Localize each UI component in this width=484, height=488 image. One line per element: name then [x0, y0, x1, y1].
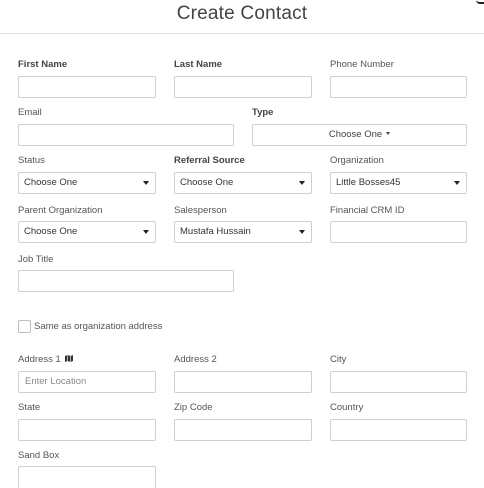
job-title-label: Job Title: [18, 254, 54, 265]
zip-code-input[interactable]: [174, 419, 312, 441]
status-select-value: Choose One: [24, 177, 78, 188]
same-as-org-label[interactable]: Same as organization address: [34, 321, 162, 333]
caret-down-icon: [454, 181, 460, 185]
same-as-org-checkbox[interactable]: [18, 320, 31, 333]
email-label: Email: [18, 107, 42, 118]
status-select[interactable]: Choose One: [18, 172, 156, 194]
type-select[interactable]: Choose One: [252, 124, 467, 146]
sandbox-input[interactable]: [18, 466, 156, 488]
country-input[interactable]: [330, 419, 467, 441]
address2-label: Address 2: [174, 354, 217, 365]
financial-crm-id-input[interactable]: [330, 221, 467, 243]
first-name-input[interactable]: [18, 76, 156, 98]
page-title: Create Contact: [176, 3, 308, 24]
email-input[interactable]: [18, 124, 234, 146]
city-input[interactable]: [330, 371, 467, 393]
city-label: City: [330, 354, 347, 365]
caret-down-icon: [386, 131, 391, 135]
organization-select[interactable]: Little Bosses45: [330, 172, 467, 194]
address2-input[interactable]: [174, 371, 312, 393]
parent-organization-select[interactable]: Choose One: [18, 221, 156, 243]
referral-source-select-value: Choose One: [180, 177, 234, 188]
type-select-value: Choose One: [328, 129, 383, 140]
caret-down-icon: [143, 181, 149, 185]
status-label: Status: [18, 155, 45, 166]
country-label: Country: [330, 402, 364, 413]
organization-select-value: Little Bosses45: [336, 177, 401, 188]
referral-source-label: Referral Source: [174, 155, 245, 166]
type-label: Type: [252, 107, 274, 118]
parent-organization-label: Parent Organization: [18, 205, 103, 216]
salesperson-select-value: Mustafa Hussain: [180, 226, 251, 237]
address1-input[interactable]: Enter Location: [18, 371, 156, 393]
financial-crm-id-label: Financial CRM ID: [330, 205, 405, 216]
address1-label: Address 1: [18, 354, 74, 366]
first-name-label: First Name: [18, 59, 68, 70]
parent-organization-select-value: Choose One: [24, 226, 78, 237]
window-corner-mark: [476, 0, 484, 4]
salesperson-label: Salesperson: [174, 205, 227, 216]
last-name-label: Last Name: [174, 59, 223, 70]
job-title-input[interactable]: [18, 270, 234, 292]
organization-label: Organization: [330, 155, 384, 166]
map-icon: [65, 354, 74, 362]
last-name-input[interactable]: [174, 76, 312, 98]
state-label: State: [18, 402, 41, 413]
state-input[interactable]: [18, 419, 156, 441]
sandbox-label: Sand Box: [18, 450, 60, 461]
phone-input[interactable]: [330, 76, 467, 98]
address1-label-text: Address 1: [18, 354, 61, 365]
referral-source-select[interactable]: Choose One: [174, 172, 312, 194]
caret-down-icon: [299, 181, 305, 185]
zip-code-label: Zip Code: [174, 402, 213, 413]
caret-down-icon: [299, 230, 305, 234]
caret-down-icon: [143, 230, 149, 234]
header: Create Contact: [0, 0, 484, 34]
phone-label: Phone Number: [330, 59, 394, 70]
salesperson-select[interactable]: Mustafa Hussain: [174, 221, 312, 243]
